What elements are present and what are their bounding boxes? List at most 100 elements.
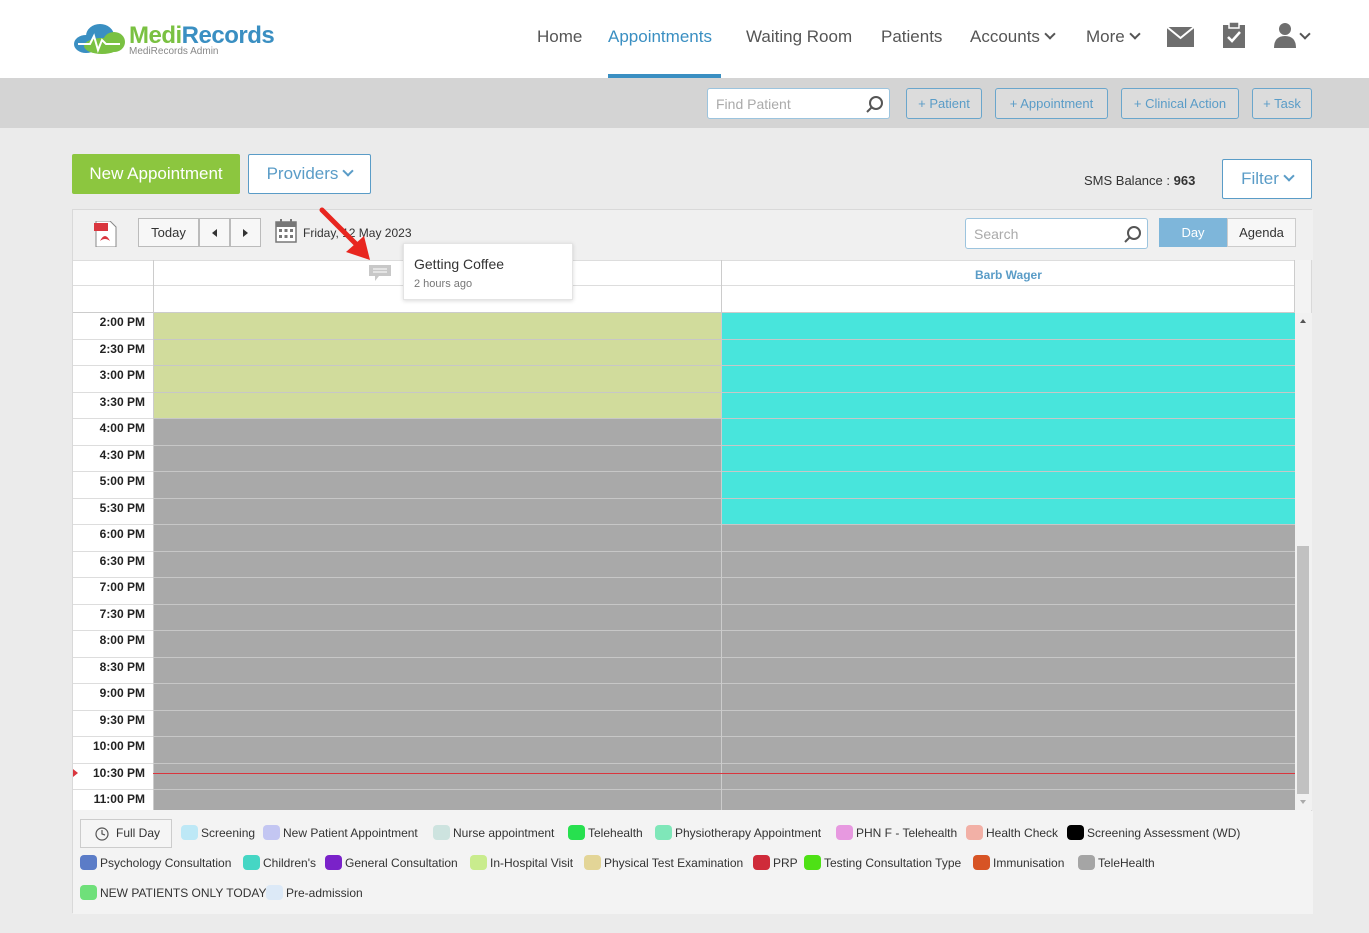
legend-item[interactable]: Health Check [966,825,1058,840]
all-day-row[interactable] [73,286,1295,313]
legend-color-swatch [80,885,97,900]
provider-2-slot[interactable] [722,551,1295,578]
legend-item[interactable]: Nurse appointment [433,825,554,840]
next-day-button[interactable] [230,218,261,247]
prev-day-button[interactable] [199,218,230,247]
nav-waiting-room[interactable]: Waiting Room [746,27,852,47]
provider-1-slot[interactable] [154,710,721,737]
provider-1-slot[interactable] [154,737,721,764]
legend-item[interactable]: Screening Assessment (WD) [1067,825,1240,840]
search-icon[interactable] [866,95,884,113]
add-patient-button[interactable]: + Patient [906,88,982,119]
pdf-export-icon[interactable] [94,221,118,247]
provider-2-slot[interactable] [722,790,1295,810]
time-slot-row: 11:00 PM [73,790,1295,810]
provider-2-slot[interactable] [722,763,1295,790]
day-view-button[interactable]: Day [1159,218,1227,247]
nav-home[interactable]: Home [537,27,582,47]
provider-1-slot[interactable] [154,578,721,605]
provider-2-slot[interactable] [722,710,1295,737]
calendar-search-input[interactable] [966,219,1116,248]
user-menu[interactable] [1274,22,1314,50]
provider-2-slot[interactable] [722,366,1295,393]
legend-item[interactable]: Testing Consultation Type [804,855,961,870]
provider-1-slot[interactable] [154,604,721,631]
providers-dropdown[interactable]: Providers [248,154,371,194]
provider-1-slot[interactable] [154,657,721,684]
provider-2-slot[interactable] [722,498,1295,525]
legend-item[interactable]: New Patient Appointment [263,825,418,840]
provider-2-slot[interactable] [722,445,1295,472]
legend-item[interactable]: Immunisation [973,855,1064,870]
provider-2-slot[interactable] [722,604,1295,631]
provider-1-slot[interactable] [154,763,721,790]
legend-item[interactable]: Psychology Consultation [80,855,231,870]
nav-patients[interactable]: Patients [881,27,942,47]
provider-1-slot[interactable] [154,419,721,446]
add-task-button[interactable]: + Task [1252,88,1312,119]
legend-item[interactable]: Physical Test Examination [584,855,743,870]
provider-1-slot[interactable] [154,313,721,340]
provider-2-name[interactable]: Barb Wager [975,268,1042,282]
find-patient-input[interactable] [708,89,858,118]
provider-2-slot[interactable] [722,657,1295,684]
legend-item[interactable]: NEW PATIENTS ONLY TODAY [80,885,266,900]
provider-1-slot[interactable] [154,339,721,366]
full-day-button[interactable]: Full Day [80,819,172,848]
calendar-icon[interactable] [275,219,297,243]
provider-2-slot[interactable] [722,392,1295,419]
provider-2-slot[interactable] [722,472,1295,499]
scroll-up-arrow[interactable] [1300,319,1306,323]
provider-2-slot[interactable] [722,313,1295,340]
provider-2-slot[interactable] [722,578,1295,605]
legend-item[interactable]: General Consultation [325,855,458,870]
filter-label: Filter [1241,169,1279,188]
provider-1-slot[interactable] [154,790,721,810]
provider-1-slot[interactable] [154,551,721,578]
nav-accounts[interactable]: Accounts [970,27,1056,47]
legend-label: Children's [263,856,316,870]
provider-1-slot[interactable] [154,631,721,658]
provider-1-slot[interactable] [154,392,721,419]
today-button[interactable]: Today [138,218,199,247]
provider-2-slot[interactable] [722,631,1295,658]
new-appointment-button[interactable]: New Appointment [72,154,240,194]
nav-appointments[interactable]: Appointments [608,27,712,47]
nav-more[interactable]: More [1086,27,1141,47]
add-clinical-action-button[interactable]: + Clinical Action [1121,88,1239,119]
calendar-scrollbar[interactable] [1295,313,1312,810]
provider-1-slot[interactable] [154,525,721,552]
legend-item[interactable]: TeleHealth [1078,855,1155,870]
time-slot-row: 4:00 PM [73,419,1295,446]
medirecords-logo[interactable]: MediRecords MediRecords Admin [72,20,275,60]
filter-dropdown[interactable]: Filter [1222,159,1312,199]
legend-item[interactable]: Physiotherapy Appointment [655,825,821,840]
tooltip-title: Getting Coffee [414,256,505,272]
provider-1-slot[interactable] [154,366,721,393]
legend-item[interactable]: PRP [753,855,798,870]
provider-2-slot[interactable] [722,737,1295,764]
legend-item[interactable]: Screening [181,825,255,840]
provider-2-slot[interactable] [722,684,1295,711]
agenda-view-button[interactable]: Agenda [1227,218,1296,247]
provider-1-slot[interactable] [154,684,721,711]
scroll-thumb[interactable] [1297,546,1309,794]
clipboard-check-icon[interactable] [1223,22,1245,48]
provider-2-slot[interactable] [722,339,1295,366]
legend-item[interactable]: Children's [243,855,316,870]
provider-2-slot[interactable] [722,525,1295,552]
comment-icon[interactable] [369,265,391,281]
legend-item[interactable]: PHN F - Telehealth [836,825,957,840]
add-appointment-button[interactable]: + Appointment [995,88,1108,119]
provider-1-slot[interactable] [154,498,721,525]
provider-1-slot[interactable] [154,445,721,472]
legend-item[interactable]: Telehealth [568,825,643,840]
legend-label: In-Hospital Visit [490,856,574,870]
provider-2-slot[interactable] [722,419,1295,446]
legend-item[interactable]: In-Hospital Visit [470,855,573,870]
mail-icon[interactable] [1167,27,1194,47]
provider-1-slot[interactable] [154,472,721,499]
scroll-down-arrow[interactable] [1300,800,1306,804]
search-icon[interactable] [1124,225,1142,243]
legend-item[interactable]: Pre-admission [266,885,363,900]
